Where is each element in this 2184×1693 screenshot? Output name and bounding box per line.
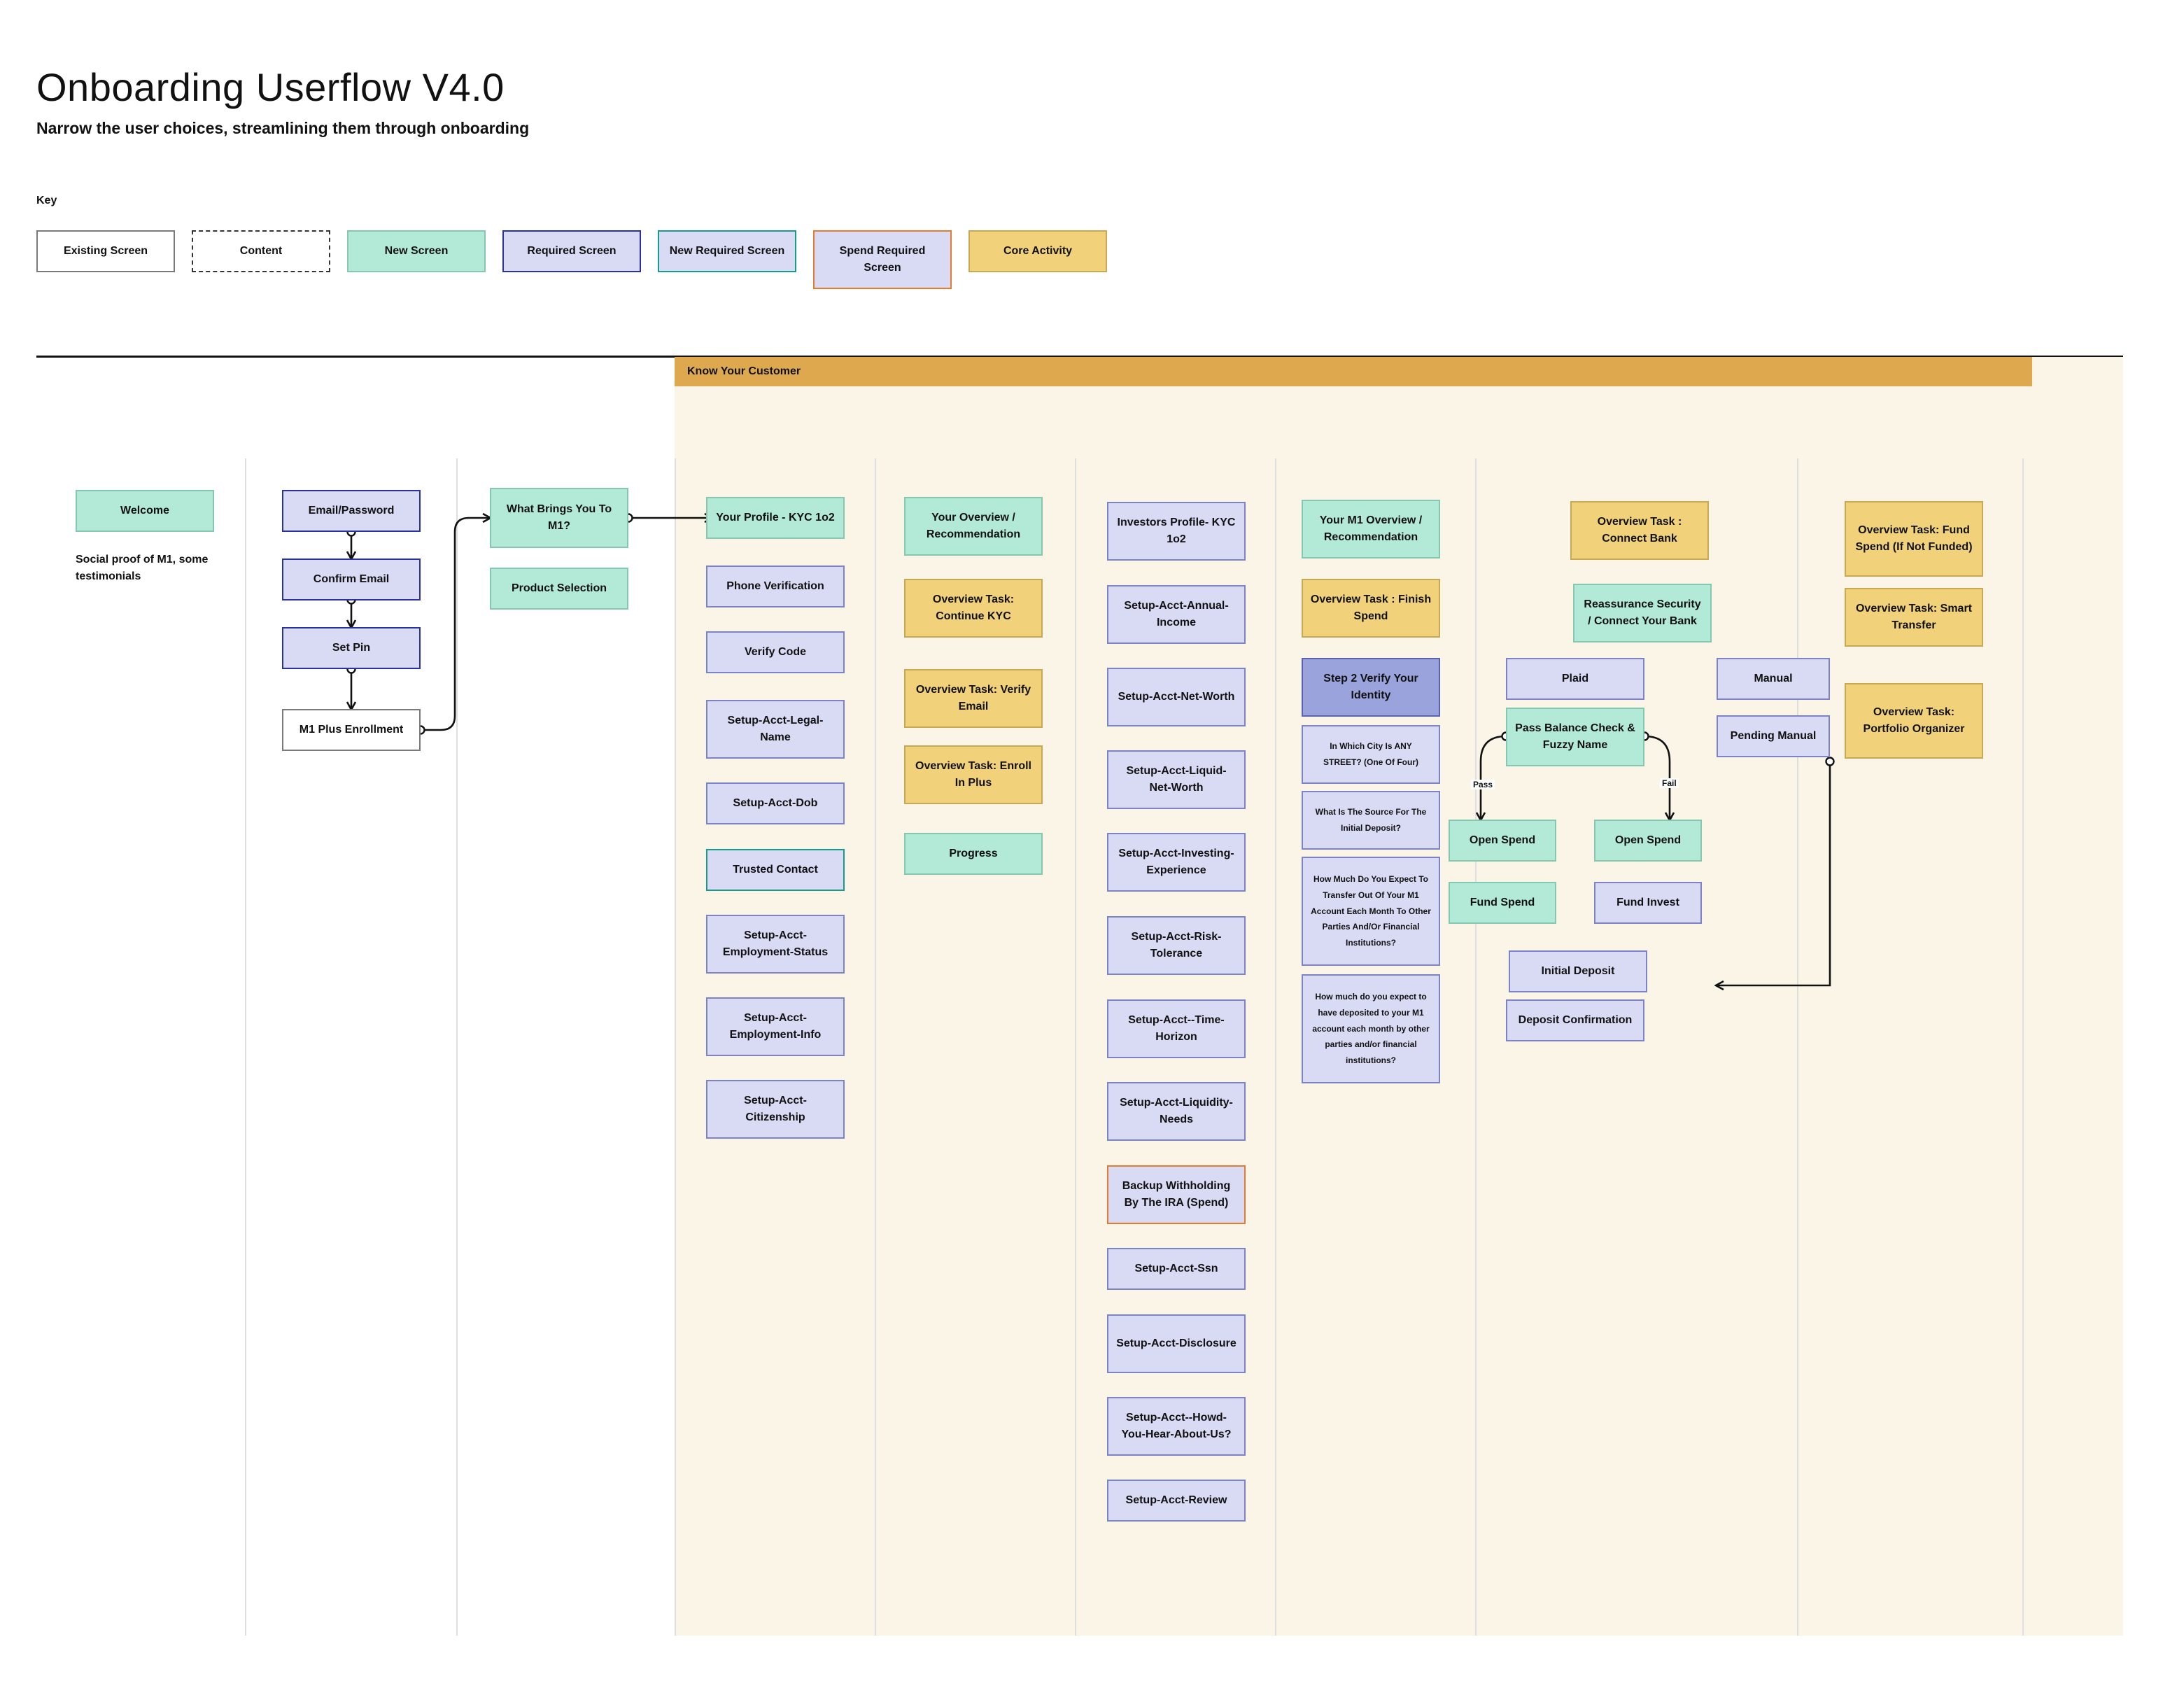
open-spend-fail-screen: Open Spend: [1594, 820, 1702, 862]
your-m1-overview-recommendation-screen: Your M1 Overview / Recommendation: [1302, 500, 1440, 559]
kba-source-initial-deposit-screen: What Is The Source For The Initial Depos…: [1302, 791, 1440, 850]
deposit-confirmation-screen: Deposit Confirmation: [1506, 999, 1644, 1041]
setup-acct-review-screen: Setup-Acct-Review: [1107, 1480, 1246, 1522]
progress-screen: Progress: [904, 833, 1043, 875]
setup-acct-annual-income-screen: Setup-Acct-Annual-Income: [1107, 585, 1246, 644]
welcome-note: Social proof of M1, some testimonials: [76, 554, 209, 582]
setup-acct-ssn-screen: Setup-Acct-Ssn: [1107, 1248, 1246, 1290]
setup-acct-disclosure-screen: Setup-Acct-Disclosure: [1107, 1314, 1246, 1373]
what-brings-you-screen: What Brings You To M1?: [490, 488, 628, 548]
setup-acct-employment-info-screen: Setup-Acct-Employment-Info: [706, 997, 845, 1056]
your-profile-kyc-screen: Your Profile - KYC 1o2: [706, 497, 845, 539]
fund-invest-screen: Fund Invest: [1594, 882, 1702, 924]
plaid-screen: Plaid: [1506, 658, 1644, 700]
reassurance-connect-bank-screen: Reassurance Security / Connect Your Bank: [1573, 584, 1712, 642]
fund-spend-screen: Fund Spend: [1449, 882, 1556, 924]
setup-acct-howd-you-hear-screen: Setup-Acct--Howd-You-Hear-About-Us?: [1107, 1397, 1246, 1456]
flow-connectors: [0, 0, 1835, 1693]
setup-acct-legal-name-screen: Setup-Acct-Legal-Name: [706, 700, 845, 759]
your-overview-recommendation-screen: Your Overview / Recommendation: [904, 497, 1043, 556]
product-selection-screen: Product Selection: [490, 568, 628, 610]
investors-profile-kyc-screen: Investors Profile- KYC 1o2: [1107, 502, 1246, 561]
pass-balance-check-screen: Pass Balance Check & Fuzzy Name: [1506, 708, 1644, 766]
setup-acct-risk-tolerance-screen: Setup-Acct-Risk-Tolerance: [1107, 916, 1246, 975]
kba-city-question-screen: In Which City Is ANY STREET? (One Of Fou…: [1302, 725, 1440, 784]
open-spend-pass-screen: Open Spend: [1449, 820, 1556, 862]
verify-code-screen: Verify Code: [706, 631, 845, 673]
trusted-contact-screen: Trusted Contact: [706, 849, 845, 891]
setup-acct-employment-status-screen: Setup-Acct-Employment-Status: [706, 915, 845, 974]
setup-acct-liquid-net-worth-screen: Setup-Acct-Liquid-Net-Worth: [1107, 750, 1246, 809]
overview-task-finish-spend: Overview Task : Finish Spend: [1302, 579, 1440, 638]
pass-branch-label: Pass: [1471, 780, 1495, 789]
confirm-email-screen: Confirm Email: [282, 559, 421, 600]
overview-task-fund-spend: Overview Task: Fund Spend (If Not Funded…: [1845, 501, 1983, 577]
overview-task-smart-transfer: Overview Task: Smart Transfer: [1845, 588, 1983, 647]
setup-acct-time-horizon-screen: Setup-Acct--Time-Horizon: [1107, 999, 1246, 1058]
overview-task-verify-email: Overview Task: Verify Email: [904, 669, 1043, 728]
phone-verification-screen: Phone Verification: [706, 565, 845, 607]
kba-transfer-out-screen: How Much Do You Expect To Transfer Out O…: [1302, 857, 1440, 966]
step2-verify-identity-screen: Step 2 Verify Your Identity: [1302, 658, 1440, 717]
manual-screen: Manual: [1717, 658, 1830, 700]
setup-acct-net-worth-screen: Setup-Acct-Net-Worth: [1107, 668, 1246, 726]
m1-plus-enrollment-screen: M1 Plus Enrollment: [282, 709, 421, 751]
set-pin-screen: Set Pin: [282, 627, 421, 669]
setup-acct-citizenship-screen: Setup-Acct-Citizenship: [706, 1080, 845, 1139]
pending-manual-screen: Pending Manual: [1717, 715, 1830, 757]
setup-acct-investing-experience-screen: Setup-Acct-Investing-Experience: [1107, 833, 1246, 892]
setup-acct-liquidity-needs-screen: Setup-Acct-Liquidity-Needs: [1107, 1082, 1246, 1141]
email-password-screen: Email/Password: [282, 490, 421, 532]
backup-withholding-screen: Backup Withholding By The IRA (Spend): [1107, 1165, 1246, 1224]
kba-deposit-in-screen: How much do you expect to have deposited…: [1302, 974, 1440, 1083]
overview-task-portfolio-organizer: Overview Task: Portfolio Organizer: [1845, 683, 1983, 759]
fail-branch-label: Fail: [1660, 778, 1679, 788]
welcome-screen: Welcome: [76, 490, 214, 532]
overview-task-continue-kyc: Overview Task: Continue KYC: [904, 579, 1043, 638]
overview-task-connect-bank: Overview Task : Connect Bank: [1570, 501, 1709, 560]
initial-deposit-screen: Initial Deposit: [1509, 950, 1647, 992]
setup-acct-dob-screen: Setup-Acct-Dob: [706, 782, 845, 824]
overview-task-enroll-in-plus: Overview Task: Enroll In Plus: [904, 745, 1043, 804]
